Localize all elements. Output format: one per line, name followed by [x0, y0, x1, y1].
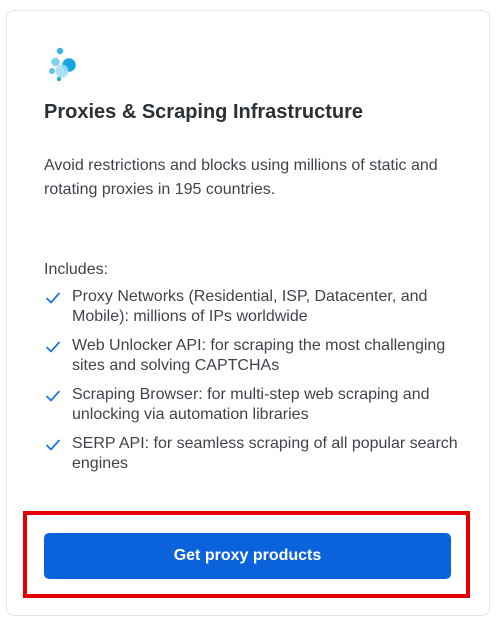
feature-item-serp-api: SERP API: for seamless scraping of all p… [44, 434, 464, 474]
feature-text: SERP API: for seamless scraping of all p… [72, 435, 458, 472]
proxy-network-logo-icon [49, 47, 76, 82]
feature-text: Proxy Networks (Residential, ISP, Datace… [72, 288, 428, 325]
card-description: Avoid restrictions and blocks using mill… [44, 157, 438, 198]
check-icon [46, 292, 60, 304]
check-icon [46, 390, 60, 402]
feature-item-web-unlocker: Web Unlocker API: for scraping the most … [44, 336, 464, 376]
includes-label: Includes: [44, 261, 109, 278]
feature-text: Scraping Browser: for multi-step web scr… [72, 386, 430, 423]
card-title: Proxies & Scraping Infrastructure [44, 101, 363, 123]
feature-list: Proxy Networks (Residential, ISP, Datace… [44, 287, 464, 483]
feature-item-scraping-browser: Scraping Browser: for multi-step web scr… [44, 385, 464, 425]
check-icon [46, 439, 60, 451]
get-proxy-products-button[interactable]: Get proxy products [44, 533, 451, 579]
feature-item-proxy-networks: Proxy Networks (Residential, ISP, Datace… [44, 287, 464, 327]
check-icon [46, 341, 60, 353]
feature-text: Web Unlocker API: for scraping the most … [72, 337, 446, 374]
